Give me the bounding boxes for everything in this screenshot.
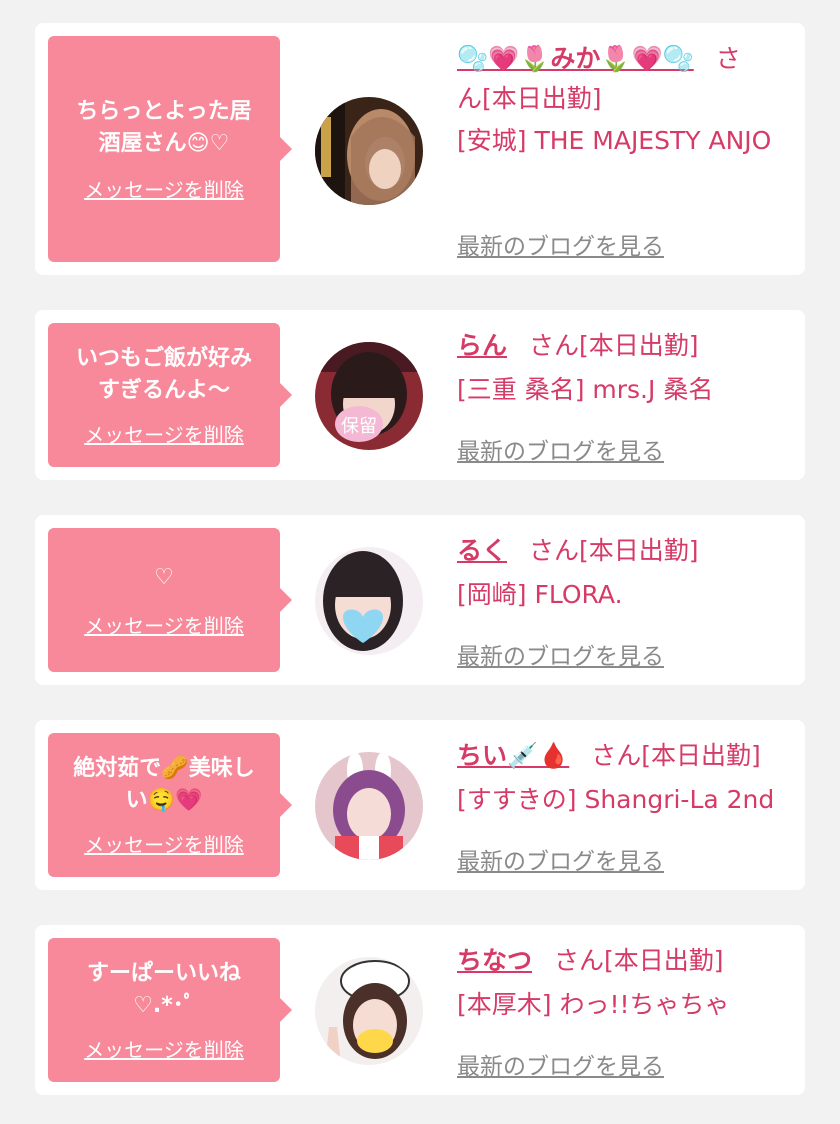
profile-photo-icon xyxy=(315,957,423,1065)
cast-status-cont: ん[本日出勤] xyxy=(457,84,602,113)
cast-status: さん[本日出勤] xyxy=(591,741,761,770)
avatar[interactable] xyxy=(315,547,423,655)
message-text: 絶対茹で🥜美味し い🤤💗 xyxy=(73,755,255,813)
message-card: いつもご飯が好み すぎるんよ〜 メッセージを削除 保留 らん さん[本日出勤] [… xyxy=(35,310,805,480)
message-bubble: 絶対茹で🥜美味し い🤤💗 メッセージを削除 xyxy=(48,733,280,877)
profile-photo-icon xyxy=(315,547,423,655)
latest-blog-link[interactable]: 最新のブログを見る xyxy=(457,227,664,261)
avatar-badge: 保留 xyxy=(341,416,377,437)
message-text: いつもご飯が好み すぎるんよ〜 xyxy=(75,345,252,403)
latest-blog-link[interactable]: 最新のブログを見る xyxy=(457,842,664,876)
cast-name-link[interactable]: 🫧💗🌷みか🌷💗🫧 xyxy=(457,44,694,73)
cast-status: さん[本日出勤] xyxy=(554,946,724,975)
cast-info: ちい💉🩸 さん[本日出勤] [すすきの] Shangri-La 2nd xyxy=(457,736,797,820)
cast-name-link[interactable]: ちなつ xyxy=(457,946,532,975)
latest-blog-link[interactable]: 最新のブログを見る xyxy=(457,1047,664,1081)
store-name: [本厚木] わっ!!ちゃちゃ xyxy=(457,990,730,1019)
message-text: ♡ xyxy=(154,564,174,590)
message-card: ♡ メッセージを削除 るく さん[本日出勤] [岡崎] FLORA. 最新のブログ… xyxy=(35,515,805,685)
message-card: ちらっとよった居 酒屋さん😊♡ メッセージを削除 🫧💗🌷みか🌷💗🫧 さ ん[本日出… xyxy=(35,23,805,275)
cast-info: らん さん[本日出勤] [三重 桑名] mrs.J 桑名 xyxy=(457,326,797,410)
store-name: [三重 桑名] mrs.J 桑名 xyxy=(457,375,714,404)
message-card: すーぱーいいね ♡.*･ﾟ メッセージを削除 ちなつ さん[本日出勤] [本厚木]… xyxy=(35,925,805,1095)
store-name: [すすきの] Shangri-La 2nd xyxy=(457,785,775,814)
message-bubble: ちらっとよった居 酒屋さん😊♡ メッセージを削除 xyxy=(48,36,280,262)
cast-info: ちなつ さん[本日出勤] [本厚木] わっ!!ちゃちゃ xyxy=(457,941,797,1025)
message-card: 絶対茹で🥜美味し い🤤💗 メッセージを削除 ちい💉🩸 さん[本日出勤] [すすきの… xyxy=(35,720,805,890)
cast-status: さん[本日出勤] xyxy=(529,536,699,565)
message-text: ちらっとよった居 酒屋さん😊♡ xyxy=(76,98,252,156)
message-bubble: すーぱーいいね ♡.*･ﾟ メッセージを削除 xyxy=(48,938,280,1082)
delete-message-link[interactable]: メッセージを削除 xyxy=(84,174,244,203)
cast-status: さん[本日出勤] xyxy=(529,331,699,360)
message-text: すーぱーいいね ♡.*･ﾟ xyxy=(86,960,241,1018)
message-bubble: ♡ メッセージを削除 xyxy=(48,528,280,672)
store-name: [安城] THE MAJESTY ANJO xyxy=(457,126,772,155)
delete-message-link[interactable]: メッセージを削除 xyxy=(84,419,244,448)
cast-status: さ xyxy=(715,44,741,73)
profile-photo-icon xyxy=(315,97,423,205)
store-name: [岡崎] FLORA. xyxy=(457,580,623,609)
avatar[interactable]: 保留 xyxy=(315,342,423,450)
delete-message-link[interactable]: メッセージを削除 xyxy=(84,610,244,639)
cast-info: るく さん[本日出勤] [岡崎] FLORA. xyxy=(457,531,797,615)
avatar[interactable] xyxy=(315,957,423,1065)
delete-message-link[interactable]: メッセージを削除 xyxy=(84,1034,244,1063)
profile-photo-icon: 保留 xyxy=(315,342,423,450)
cast-info: 🫧💗🌷みか🌷💗🫧 さ ん[本日出勤] [安城] THE MAJESTY ANJO xyxy=(457,39,797,161)
cast-name-link[interactable]: るく xyxy=(457,536,507,565)
message-bubble: いつもご飯が好み すぎるんよ〜 メッセージを削除 xyxy=(48,323,280,467)
avatar[interactable] xyxy=(315,752,423,860)
cast-name-link[interactable]: らん xyxy=(457,331,507,360)
profile-photo-icon xyxy=(315,752,423,860)
latest-blog-link[interactable]: 最新のブログを見る xyxy=(457,432,664,466)
latest-blog-link[interactable]: 最新のブログを見る xyxy=(457,637,664,671)
cast-name-link[interactable]: ちい💉🩸 xyxy=(457,741,569,770)
avatar[interactable] xyxy=(315,97,423,205)
delete-message-link[interactable]: メッセージを削除 xyxy=(84,829,244,858)
